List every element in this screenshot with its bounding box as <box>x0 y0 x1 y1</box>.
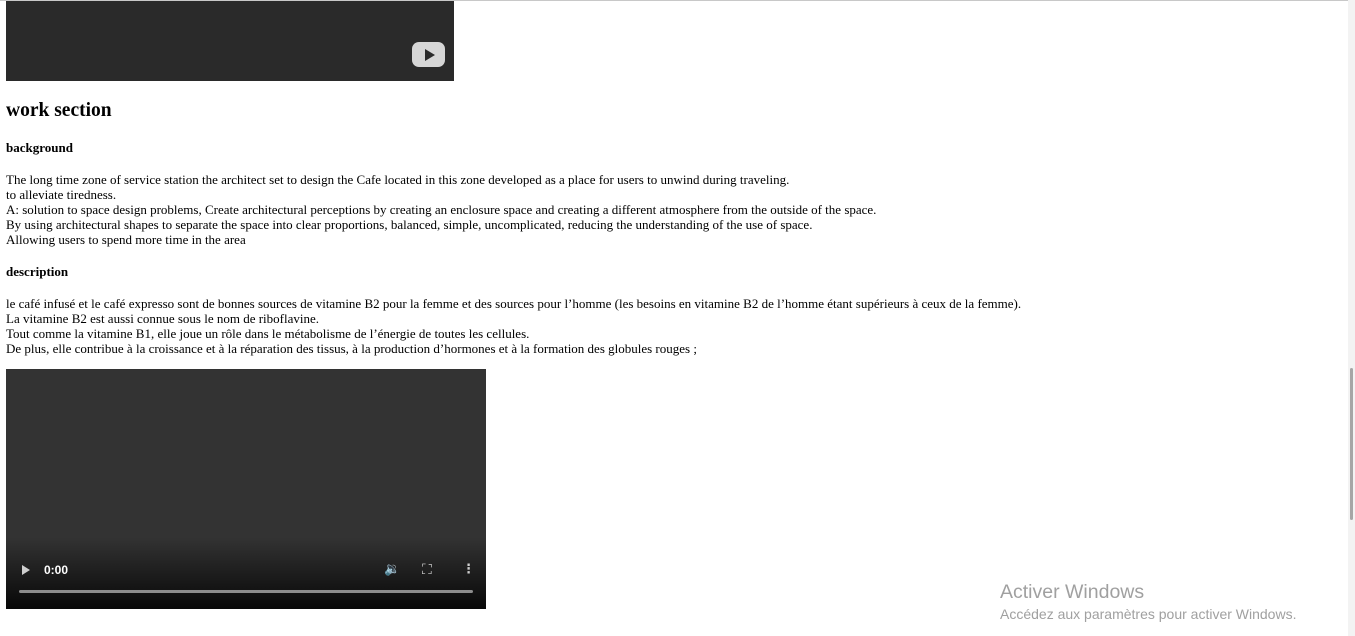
description-line: La vitamine B2 est aussi connue sous le … <box>6 311 320 326</box>
video-progress-bar[interactable] <box>19 590 473 593</box>
background-line: A: solution to space design problems, Cr… <box>6 202 877 217</box>
vertical-scrollbar[interactable] <box>1348 0 1355 636</box>
more-options-icon[interactable]: ⋮ <box>462 562 475 578</box>
background-text: The long time zone of service station th… <box>6 172 876 247</box>
watermark-subtitle: Accédez aux paramètres pour activer Wind… <box>1000 606 1297 622</box>
video-time: 0:00 <box>44 563 69 577</box>
windows-activation-watermark: Activer Windows Accédez aux paramètres p… <box>1000 580 1296 624</box>
background-heading: background <box>6 140 73 155</box>
description-line: le café infusé et le café expresso sont … <box>6 296 1022 311</box>
description-heading: description <box>6 264 69 279</box>
video-player[interactable]: 0:00 🔉 ⛶ ⋮ <box>6 369 486 609</box>
background-line: to alleviate tiredness. <box>6 187 117 202</box>
play-icon[interactable] <box>22 565 30 575</box>
background-line: The long time zone of service station th… <box>6 172 790 187</box>
background-line: By using architectural shapes to separat… <box>6 217 813 232</box>
video-controls-shade <box>6 537 486 609</box>
volume-icon[interactable]: 🔉 <box>384 562 400 578</box>
description-line: Tout comme la vitamine B1, elle joue un … <box>6 326 530 341</box>
work-section-title: work section <box>6 100 112 121</box>
scrollbar-thumb[interactable] <box>1350 368 1353 520</box>
background-line: Allowing users to spend more time in the… <box>6 232 246 247</box>
youtube-embed[interactable] <box>6 1 454 81</box>
fullscreen-icon[interactable]: ⛶ <box>422 562 432 578</box>
description-text: le café infusé et le café expresso sont … <box>6 296 1021 356</box>
description-line: De plus, elle contribue à la croissance … <box>6 341 697 356</box>
youtube-play-icon[interactable] <box>412 42 445 67</box>
watermark-title: Activer Windows <box>1000 581 1145 603</box>
